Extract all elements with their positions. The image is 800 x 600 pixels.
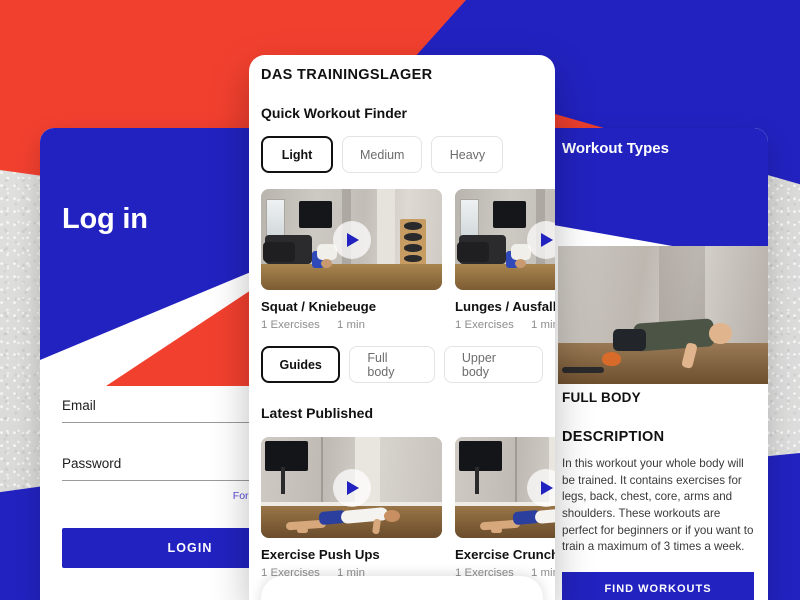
workout-card[interactable]: Lunges / Ausfallschritte 1 Exercises 1 m…: [455, 189, 555, 331]
scene-floor: [455, 263, 555, 290]
scene-tv: [299, 201, 332, 229]
filter-heavy[interactable]: Heavy: [431, 136, 504, 173]
workout-card-meta: 1 Exercises 1 min: [455, 319, 555, 331]
filter-full-body[interactable]: Full body: [349, 346, 435, 383]
detail-hero-photo: [558, 246, 768, 384]
scene-wall-seam: [514, 437, 517, 512]
latest-card-row: Exercise Push Ups 1 Exercises 1 min Exer…: [261, 437, 555, 579]
workout-card[interactable]: Exercise Push Ups 1 Exercises 1 min: [261, 437, 442, 579]
workout-duration: 1 min: [531, 567, 555, 579]
scene-athlete-hand: [297, 527, 309, 533]
scene-column: [376, 189, 395, 274]
filter-light[interactable]: Light: [261, 136, 333, 173]
workout-card-title: Squat / Kniebeuge: [261, 299, 377, 314]
scene-athlete-head: [514, 258, 526, 268]
scene-ball-rack: [400, 219, 426, 267]
workout-card-meta: 1 Exercises 1 min: [261, 319, 442, 331]
mobile-app-panel: DAS TRAININGSLAGER Quick Workout Finder …: [249, 55, 555, 600]
workout-thumbnail[interactable]: [261, 189, 442, 290]
play-icon[interactable]: [332, 468, 371, 507]
scene-wall-seam: [320, 437, 323, 512]
intensity-filter-row: Light Medium Heavy: [261, 136, 543, 173]
workout-thumbnail[interactable]: [455, 437, 555, 538]
workout-card-title: Exercise Crunches: [455, 547, 555, 562]
detail-section-heading: DESCRIPTION: [562, 429, 665, 445]
login-title: Log in: [62, 203, 148, 235]
workout-exercise-count: 1 Exercises: [261, 319, 320, 331]
finder-card-row: Squat / Kniebeuge 1 Exercises 1 min Lung…: [261, 189, 555, 331]
app-title: DAS TRAININGSLAGER: [261, 67, 433, 83]
find-workouts-button[interactable]: FIND WORKOUTS: [562, 572, 754, 600]
workout-card[interactable]: Exercise Crunches 1 Exercises 1 min: [455, 437, 555, 579]
bottom-navigation-bar[interactable]: [261, 576, 543, 600]
workout-card-title: Exercise Push Ups: [261, 547, 380, 562]
quick-workout-finder-heading: Quick Workout Finder: [261, 105, 407, 121]
workout-duration: 1 min: [337, 319, 365, 331]
workout-card[interactable]: Squat / Kniebeuge 1 Exercises 1 min: [261, 189, 442, 331]
scene-floor: [261, 263, 442, 290]
detail-kicker: FULL BODY: [562, 390, 641, 405]
workout-detail-panel: Workout Types FULL BODY DESCRIPTION In t…: [548, 128, 768, 600]
workout-duration: 1 min: [531, 319, 555, 331]
workout-exercise-count: 1 Exercises: [455, 319, 514, 331]
latest-published-heading: Latest Published: [261, 405, 374, 421]
scene-athlete-hand: [491, 527, 503, 533]
scene-tv: [264, 441, 309, 472]
scene-tv-stand: [474, 467, 479, 494]
workout-card-title: Lunges / Ausfallschritte: [455, 299, 555, 314]
photo-mat: [562, 367, 605, 373]
scene-tv: [458, 441, 503, 472]
photo-kettlebell: [602, 352, 621, 367]
workout-thumbnail[interactable]: [455, 189, 555, 290]
scene-athlete-head: [384, 509, 401, 522]
filter-upper-body[interactable]: Upper body: [443, 346, 543, 383]
detail-body: FULL BODY DESCRIPTION In this workout yo…: [562, 390, 756, 556]
scene-tv: [493, 201, 526, 229]
workout-thumbnail[interactable]: [261, 437, 442, 538]
detail-panel-title: Workout Types: [562, 140, 669, 157]
category-filter-row: Guides Full body Upper body: [261, 346, 543, 383]
screenshot-stage: Log in Email Password Forgot Password? L…: [0, 0, 800, 600]
scene-tv-stand: [280, 467, 285, 494]
detail-paragraph: In this workout your whole body will be …: [562, 457, 754, 554]
filter-guides[interactable]: Guides: [261, 346, 341, 383]
photo-athlete-shorts: [612, 328, 647, 351]
scene-dumbbell-rack-2: [456, 241, 490, 262]
scene-dumbbell-rack-2: [262, 241, 296, 262]
filter-medium[interactable]: Medium: [342, 136, 423, 173]
scene-athlete-head: [320, 258, 332, 268]
play-icon[interactable]: [332, 220, 371, 259]
